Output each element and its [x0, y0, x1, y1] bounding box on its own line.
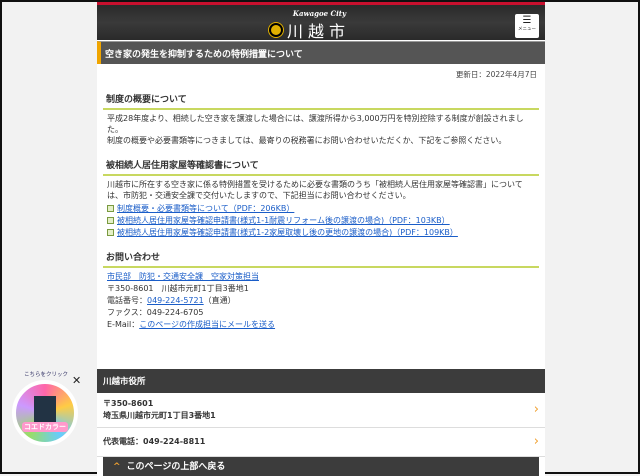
pdf-icon [107, 217, 114, 224]
chevron-right-icon: › [533, 434, 539, 449]
menu-button[interactable]: ☰ メニュー [515, 14, 539, 38]
close-banner-icon[interactable]: ✕ [72, 374, 81, 387]
back-to-top-button[interactable]: ^ このページの上部へ戻る [103, 457, 539, 476]
koedo-color-banner[interactable]: こちらをクリック コエドカラー [12, 370, 80, 448]
footer-phone-link[interactable]: 代表電話：049-224-8811 › [97, 428, 545, 457]
chevron-right-icon: › [533, 402, 539, 417]
hamburger-icon: ☰ [522, 15, 532, 26]
contact-fax: ファクス：049-224-6705 [107, 308, 204, 317]
section-heading: 制度の概要について [103, 92, 539, 110]
city-seal-icon [269, 23, 283, 37]
pdf-link[interactable]: 被相続人居住用家屋等確認申請書(様式1-1耐震リフォーム後の譲渡の場合)（PDF… [117, 216, 450, 225]
pdf-link-item: 被相続人居住用家屋等確認申請書(様式1-2家屋取壊し後の更地の譲渡の場合)（PD… [97, 226, 545, 238]
contact-block: 市民部 防犯・交通安全課 空家対策担当 〒350-8601 川越市元町1丁目3番… [97, 268, 545, 331]
pdf-link[interactable]: 被相続人居住用家屋等確認申請書(様式1-2家屋取壊し後の更地の譲渡の場合)（PD… [117, 228, 458, 237]
dept-link[interactable]: 市民部 防犯・交通安全課 空家対策担当 [107, 272, 259, 281]
pdf-icon [107, 205, 114, 212]
pdf-icon [107, 229, 114, 236]
section-heading: 被相続人居住用家屋等確認書について [103, 158, 539, 176]
pdf-link[interactable]: 制度概要・必要書類等について（PDF：206KB） [117, 204, 294, 213]
pdf-link-item: 制度概要・必要書類等について（PDF：206KB） [97, 201, 545, 214]
city-logo[interactable]: Kawagoe City 川越市 [269, 9, 350, 42]
main-content: Kawagoe City 川越市 ☰ メニュー 空き家の発生を抑制するための特例措… [97, 2, 545, 367]
contact-email: E-Mail：このページの作成担当にメールを送る [107, 320, 276, 329]
email-link[interactable]: このページの作成担当にメールを送る [139, 320, 275, 329]
chevron-up-icon: ^ [113, 462, 121, 472]
section-heading: お問い合わせ [103, 250, 539, 268]
footer-address-link[interactable]: 〒350-8601 埼玉県川越市元町1丁目3番地1 › [97, 393, 545, 428]
page-title: 空き家の発生を抑制するための特例措置について [97, 41, 545, 64]
updated-date: 更新日：2022年4月7日 [455, 70, 537, 79]
paragraph: 川越市に所在する空き家に係る特例措置を受けるために必要な書類のうち「被相続人居住… [107, 180, 523, 200]
site-footer: 川越市役所 〒350-8601 埼玉県川越市元町1丁目3番地1 › 代表電話：049… [97, 369, 545, 476]
page: Kawagoe City 川越市 ☰ メニュー 空き家の発生を抑制するための特例措… [97, 2, 545, 476]
site-header: Kawagoe City 川越市 ☰ メニュー [97, 2, 545, 42]
pdf-link-item: 被相続人居住用家屋等確認申請書(様式1-1耐震リフォーム後の譲渡の場合)（PDF… [97, 214, 545, 226]
footer-title: 川越市役所 [97, 369, 545, 393]
tel-link[interactable]: 049-224-5721 [147, 296, 204, 305]
contact-address: 〒350-8601 川越市元町1丁目3番地1 [107, 284, 249, 293]
contact-tel: 電話番号：049-224-5721（直通） [107, 296, 236, 305]
paragraph: 制度の概要や必要書類等につきましては、最寄りの税務署にお問い合わせいただくか、下… [107, 136, 507, 145]
banner-image: コエドカラー [12, 380, 78, 446]
paragraph: 平成28年度より、相続した空き家を譲渡した場合には、譲渡所得から3,000万円を… [107, 114, 524, 134]
